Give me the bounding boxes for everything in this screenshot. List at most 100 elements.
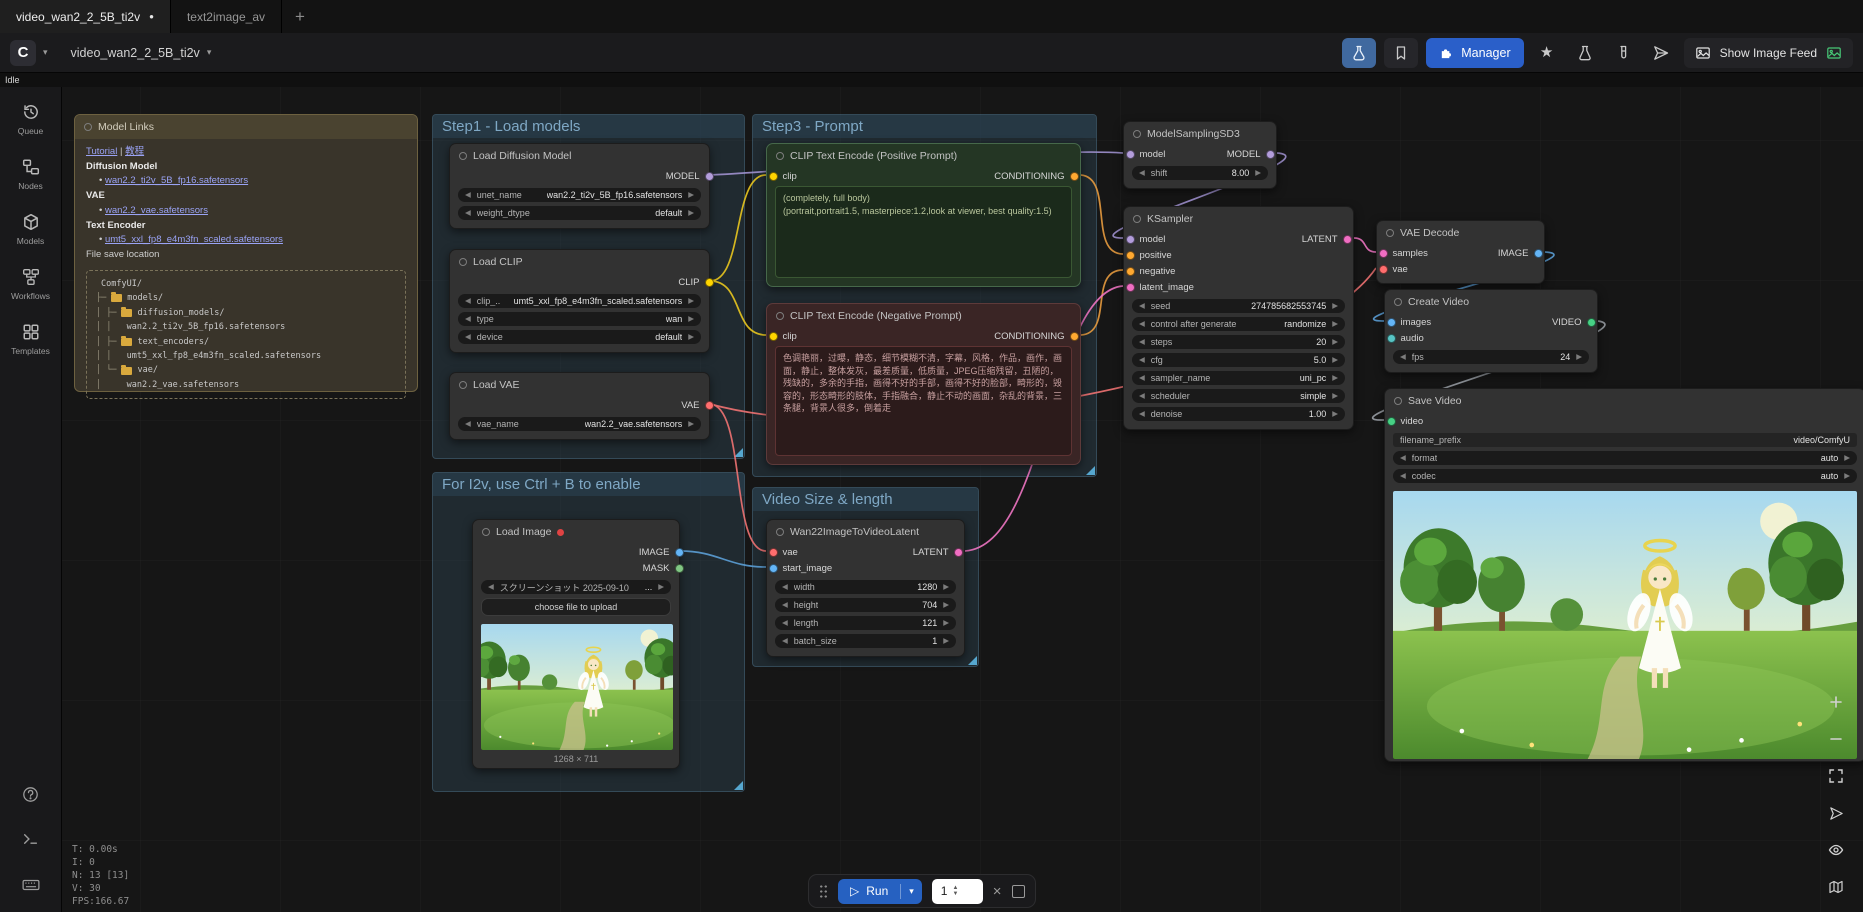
node-clip-text-encode-negative[interactable]: CLIP Text Encode (Negative Prompt) clip … bbox=[766, 303, 1081, 465]
port-dot-image[interactable] bbox=[769, 564, 778, 573]
sidebar-item-models[interactable]: Models bbox=[0, 213, 61, 246]
node-load-image[interactable]: Load Image IMAGE MASK ◀ スクリーンショット 2025-0… bbox=[472, 519, 680, 769]
port-dot-clip[interactable] bbox=[705, 278, 714, 287]
comfyui-logo[interactable]: C bbox=[10, 40, 36, 66]
experiment-button-1[interactable] bbox=[1570, 38, 1600, 68]
prev-arrow-icon[interactable]: ◀ bbox=[465, 420, 471, 428]
node-header[interactable]: CLIP Text Encode (Positive Prompt) bbox=[767, 144, 1080, 168]
negative-prompt-textarea[interactable]: 色调艳丽，过曝，静态，细节模糊不清，字幕，风格，作品，画作，画面，静止，整体发灰… bbox=[775, 346, 1072, 456]
node-load-vae[interactable]: Load VAE VAE ◀ vae_name wan2.2_vae.safet… bbox=[449, 372, 710, 440]
prev-arrow-icon[interactable]: ◀ bbox=[1400, 353, 1406, 361]
next-arrow-icon[interactable]: ▶ bbox=[1844, 472, 1850, 480]
port-dot-image[interactable] bbox=[675, 548, 684, 557]
prev-arrow-icon[interactable]: ◀ bbox=[465, 315, 471, 323]
input-port-vae[interactable]: vae bbox=[769, 547, 798, 558]
port-dot-latent[interactable] bbox=[1126, 283, 1135, 292]
prev-arrow-icon[interactable]: ◀ bbox=[782, 619, 788, 627]
node-header[interactable]: Save Video bbox=[1385, 389, 1863, 413]
sidebar-item-nodes[interactable]: Nodes bbox=[0, 158, 61, 191]
port-dot-mask[interactable] bbox=[675, 564, 684, 573]
widget-denoise[interactable]: ◀ denoise 1.00 ▶ bbox=[1132, 407, 1345, 421]
prev-arrow-icon[interactable]: ◀ bbox=[782, 601, 788, 609]
widget-device[interactable]: ◀ device default ▶ bbox=[458, 330, 701, 344]
batch-count-input[interactable]: 1 ▲ ▼ bbox=[932, 879, 983, 904]
beta-menu-button[interactable] bbox=[1342, 38, 1376, 68]
group-title[interactable]: Step3 - Prompt bbox=[753, 115, 1096, 138]
widget-type[interactable]: ◀ type wan ▶ bbox=[458, 312, 701, 326]
prev-arrow-icon[interactable]: ◀ bbox=[465, 191, 471, 199]
next-arrow-icon[interactable]: ▶ bbox=[1332, 338, 1338, 346]
widget-scheduler[interactable]: ◀ scheduler simple ▶ bbox=[1132, 389, 1345, 403]
widget-format[interactable]: ◀ format auto ▶ bbox=[1393, 451, 1857, 465]
collapse-dot-icon[interactable] bbox=[776, 312, 784, 320]
widget-filename-prefix[interactable]: filename_prefix video/ComfyU bbox=[1393, 433, 1857, 447]
input-port-negative[interactable]: negative bbox=[1126, 266, 1176, 277]
port-dot-image[interactable] bbox=[1534, 249, 1543, 258]
next-arrow-icon[interactable]: ▶ bbox=[1332, 374, 1338, 382]
input-port-video[interactable]: video bbox=[1387, 416, 1424, 427]
toggle-link-visibility-button[interactable] bbox=[1822, 836, 1850, 864]
collapse-dot-icon[interactable] bbox=[1394, 397, 1402, 405]
next-arrow-icon[interactable]: ▶ bbox=[1332, 356, 1338, 364]
node-header[interactable]: Load CLIP bbox=[450, 250, 709, 274]
node-model-sampling-sd3[interactable]: ModelSamplingSD3 model MODEL ◀ shift 8.0… bbox=[1123, 121, 1277, 189]
port-dot-conditioning[interactable] bbox=[1126, 251, 1135, 260]
next-arrow-icon[interactable]: ▶ bbox=[943, 619, 949, 627]
input-port-samples[interactable]: samples bbox=[1379, 248, 1428, 259]
prev-arrow-icon[interactable]: ◀ bbox=[465, 333, 471, 341]
prev-arrow-icon[interactable]: ◀ bbox=[465, 209, 471, 217]
clear-queue-button[interactable]: × bbox=[993, 884, 1002, 899]
prev-arrow-icon[interactable]: ◀ bbox=[1139, 410, 1145, 418]
next-arrow-icon[interactable]: ▶ bbox=[658, 583, 664, 591]
prev-arrow-icon[interactable]: ◀ bbox=[1139, 374, 1145, 382]
next-arrow-icon[interactable]: ▶ bbox=[688, 315, 694, 323]
widget-image-filename[interactable]: ◀ スクリーンショット 2025-09-10 ... ▶ bbox=[481, 580, 671, 594]
share-button[interactable] bbox=[1646, 38, 1676, 68]
port-dot-model[interactable] bbox=[1126, 235, 1135, 244]
prev-arrow-icon[interactable]: ◀ bbox=[1400, 454, 1406, 462]
stepper-down-icon[interactable]: ▼ bbox=[952, 891, 958, 897]
node-header[interactable]: Create Video bbox=[1385, 290, 1597, 314]
next-arrow-icon[interactable]: ▶ bbox=[1332, 410, 1338, 418]
node-header[interactable]: Load Image bbox=[473, 520, 679, 544]
port-dot-video[interactable] bbox=[1387, 417, 1396, 426]
collapse-dot-icon[interactable] bbox=[776, 528, 784, 536]
prev-arrow-icon[interactable]: ◀ bbox=[1139, 169, 1145, 177]
collapse-dot-icon[interactable] bbox=[776, 152, 784, 160]
node-clip-text-encode-positive[interactable]: CLIP Text Encode (Positive Prompt) clip … bbox=[766, 143, 1081, 287]
node-header[interactable]: ModelSamplingSD3 bbox=[1124, 122, 1276, 146]
vae-download-link[interactable]: wan2.2_vae.safetensors bbox=[105, 205, 208, 216]
output-port-image[interactable]: IMAGE bbox=[639, 547, 684, 558]
node-vae-decode[interactable]: VAE Decode samples IMAGE vae bbox=[1376, 220, 1545, 284]
port-dot-latent[interactable] bbox=[1343, 235, 1352, 244]
next-arrow-icon[interactable]: ▶ bbox=[943, 583, 949, 591]
collapse-dot-icon[interactable] bbox=[84, 123, 92, 131]
widget-shift[interactable]: ◀ shift 8.00 ▶ bbox=[1132, 166, 1268, 180]
node-header[interactable]: Wan22ImageToVideoLatent bbox=[767, 520, 964, 544]
node-header[interactable]: KSampler bbox=[1124, 207, 1353, 231]
next-arrow-icon[interactable]: ▶ bbox=[688, 333, 694, 341]
collapse-dot-icon[interactable] bbox=[1133, 215, 1141, 223]
port-dot-clip[interactable] bbox=[769, 332, 778, 341]
new-tab-button[interactable]: + bbox=[282, 0, 318, 33]
prev-arrow-icon[interactable]: ◀ bbox=[1139, 302, 1145, 310]
collapse-dot-icon[interactable] bbox=[1394, 298, 1402, 306]
port-dot-vae[interactable] bbox=[1379, 265, 1388, 274]
widget-length[interactable]: ◀ length 121 ▶ bbox=[775, 616, 956, 630]
node-header[interactable]: Load VAE bbox=[450, 373, 709, 397]
favorites-button[interactable]: ★ bbox=[1532, 38, 1562, 68]
output-port-model[interactable]: MODEL bbox=[1227, 149, 1275, 160]
next-arrow-icon[interactable]: ▶ bbox=[1576, 353, 1582, 361]
node-header[interactable]: CLIP Text Encode (Negative Prompt) bbox=[767, 304, 1080, 328]
stop-button[interactable] bbox=[1012, 885, 1025, 898]
input-port-latent-image[interactable]: latent_image bbox=[1126, 282, 1194, 293]
next-arrow-icon[interactable]: ▶ bbox=[688, 209, 694, 217]
output-port-conditioning[interactable]: CONDITIONING bbox=[994, 331, 1078, 342]
zoom-out-button[interactable] bbox=[1822, 725, 1850, 753]
note-header[interactable]: Model Links bbox=[75, 115, 417, 139]
video-preview-image[interactable] bbox=[1393, 491, 1857, 759]
input-port-audio[interactable]: audio bbox=[1387, 333, 1424, 344]
collapse-dot-icon[interactable] bbox=[482, 528, 490, 536]
prev-arrow-icon[interactable]: ◀ bbox=[1400, 472, 1406, 480]
logo-chevron-down-icon[interactable]: ▾ bbox=[43, 47, 48, 58]
